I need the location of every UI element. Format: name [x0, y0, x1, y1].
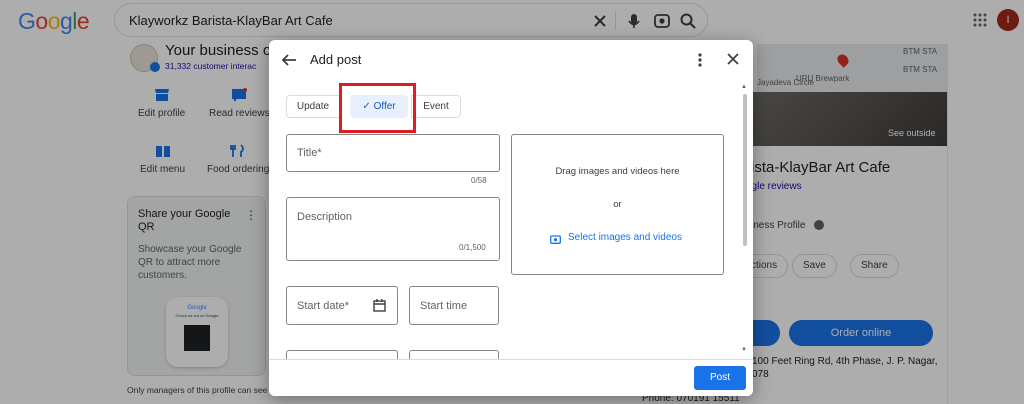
- description-placeholder: Description: [297, 211, 353, 223]
- title-placeholder: Title*: [297, 147, 322, 159]
- title-counter: 0/58: [471, 176, 487, 185]
- more-vert-icon[interactable]: [695, 51, 705, 69]
- description-counter: 0/1,500: [459, 243, 486, 252]
- add-photo-icon: [550, 235, 561, 244]
- close-icon[interactable]: [727, 53, 739, 65]
- highlight-box: [339, 83, 416, 133]
- scroll-down-arrow[interactable]: ▼: [741, 347, 747, 353]
- select-media-link[interactable]: Select images and videos: [568, 232, 682, 243]
- scrollbar-thumb[interactable]: [743, 94, 747, 246]
- dialog-title: Add post: [310, 52, 362, 67]
- drag-media-text: Drag images and videos here: [555, 166, 680, 177]
- tab-update[interactable]: Update: [286, 95, 340, 118]
- scroll-up-arrow[interactable]: ▲: [741, 84, 747, 90]
- start-time-field[interactable]: Start time: [409, 286, 499, 325]
- media-dropzone[interactable]: Drag images and videos here or Select im…: [511, 134, 724, 275]
- back-arrow-icon[interactable]: [281, 52, 297, 68]
- start-time-placeholder: Start time: [420, 300, 468, 312]
- tab-event[interactable]: Event: [411, 95, 461, 118]
- title-field[interactable]: Title*: [286, 134, 500, 172]
- add-post-dialog: Add post Update ✓ Offer Event Title* 0/5…: [269, 40, 753, 396]
- post-button[interactable]: Post: [694, 366, 746, 390]
- calendar-icon[interactable]: [373, 299, 386, 312]
- description-field[interactable]: Description 0/1,500: [286, 197, 500, 261]
- dialog-footer: Post: [269, 359, 753, 396]
- start-date-field[interactable]: Start date*: [286, 286, 398, 325]
- start-date-placeholder: Start date*: [297, 300, 349, 312]
- or-text: or: [613, 199, 622, 210]
